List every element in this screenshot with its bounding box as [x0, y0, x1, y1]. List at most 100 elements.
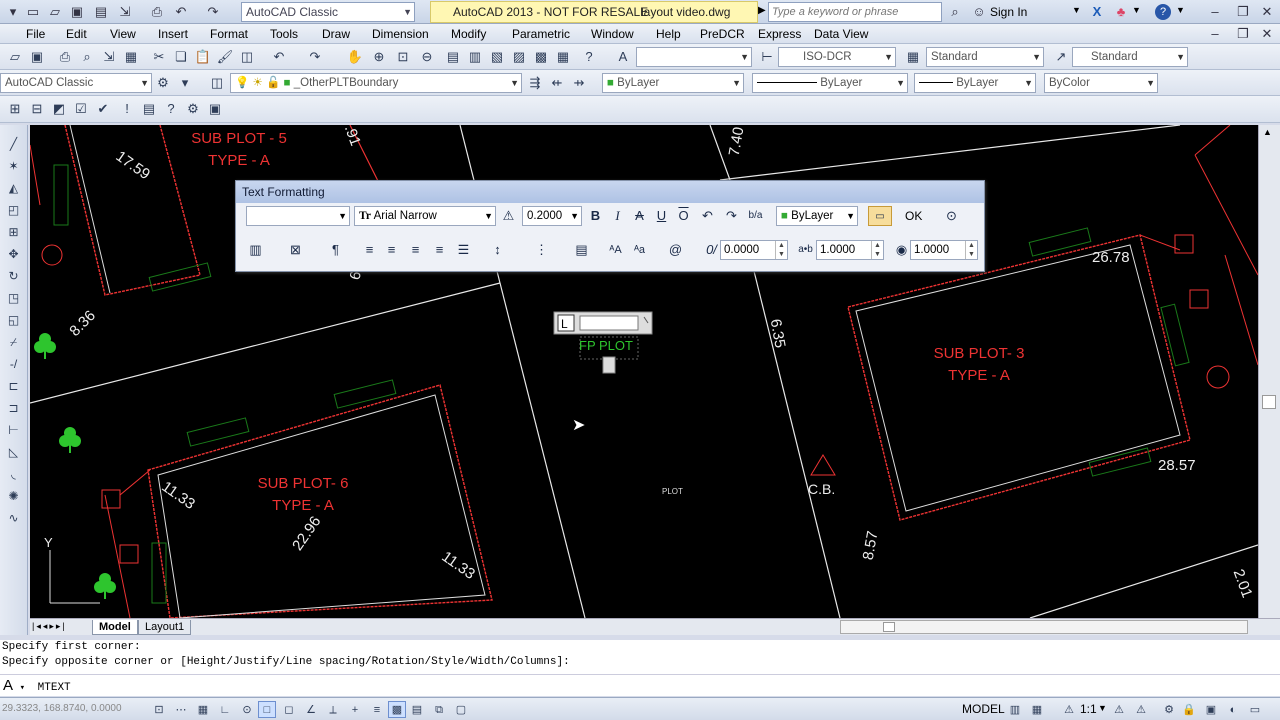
bold-icon[interactable]: B: [586, 206, 605, 226]
spinner-arrows-icon[interactable]: ▲ ▼: [775, 241, 787, 259]
annotation-scale-icon[interactable]: ⚠: [1060, 701, 1078, 718]
doc-minimize-icon[interactable]: –: [1206, 25, 1224, 43]
quick-properties-icon[interactable]: ▤: [408, 701, 426, 718]
linetype-combo[interactable]: ByLayer ▼: [752, 73, 908, 93]
app-store-icon[interactable]: ♣: [1112, 3, 1130, 21]
underline-icon[interactable]: U: [652, 206, 671, 226]
calculator-icon[interactable]: ▦: [554, 48, 572, 66]
ok-button[interactable]: OK: [900, 206, 927, 226]
match-properties-icon[interactable]: 🖌: [216, 48, 234, 66]
menu-help[interactable]: Help: [654, 24, 683, 44]
spinner-arrows-icon[interactable]: ▲ ▼: [965, 241, 977, 259]
block-icon[interactable]: ◩: [50, 100, 68, 118]
align-left-icon[interactable]: ≡: [360, 240, 379, 260]
array-icon[interactable]: ⊞: [4, 223, 23, 241]
workspace-combo[interactable]: AutoCAD Classic ▼: [241, 2, 415, 22]
settings-icon[interactable]: ⚙: [184, 100, 202, 118]
horizontal-scrollbar[interactable]: [840, 620, 1248, 634]
join-icon[interactable]: ⊐: [4, 399, 23, 417]
paste-icon[interactable]: 📋: [194, 48, 212, 66]
align-center-icon[interactable]: ≡: [382, 240, 401, 260]
layer-properties-icon[interactable]: ◫: [208, 74, 226, 92]
overline-icon[interactable]: O: [674, 206, 693, 226]
make-current-icon[interactable]: ⇶: [526, 74, 544, 92]
spinner-arrows-icon[interactable]: ▲ ▼: [871, 241, 883, 259]
ortho-mode-icon[interactable]: ∟: [216, 701, 234, 718]
text-formatting-title[interactable]: Text Formatting: [236, 181, 984, 203]
annotative-icon[interactable]: ⚠: [499, 206, 518, 226]
style-combo[interactable]: ▼: [246, 206, 350, 226]
report-icon[interactable]: ▤: [140, 100, 158, 118]
open-icon[interactable]: ▱: [6, 48, 24, 66]
doc-restore-icon[interactable]: ❐: [1234, 25, 1252, 43]
command-line[interactable]: A ▾ MTEXT: [0, 674, 1280, 696]
edit-icon[interactable]: ☑: [72, 100, 90, 118]
expand-arrow-icon[interactable]: ▶: [758, 5, 766, 16]
layout-icon[interactable]: ▣: [206, 100, 224, 118]
construction-line-icon[interactable]: ✶: [4, 157, 23, 175]
dynamic-input-icon[interactable]: +: [346, 701, 364, 718]
coordinates-readout[interactable]: 29.3323, 168.8740, 0.0000: [2, 703, 122, 714]
width-factor-input[interactable]: 1.0000 ▲ ▼: [910, 240, 978, 260]
chevron-down-icon[interactable]: ▾: [20, 683, 25, 693]
font-combo[interactable]: Tr Arial Narrow ▼: [354, 206, 496, 226]
save-icon[interactable]: ▣: [28, 48, 46, 66]
hscroll-thumb[interactable]: [883, 622, 895, 632]
sign-in-button[interactable]: Sign In: [990, 5, 1027, 19]
quick-view-drawings-icon[interactable]: ▦: [1028, 701, 1046, 718]
justification-icon[interactable]: ⊠: [286, 240, 305, 260]
close-icon[interactable]: ✕: [1258, 3, 1276, 21]
rotate-icon[interactable]: ↻: [4, 267, 23, 285]
restore-icon[interactable]: ❐: [1234, 3, 1252, 21]
ruler-icon[interactable]: ▭: [868, 206, 892, 226]
scale-icon[interactable]: ◳: [4, 289, 23, 307]
polar-tracking-icon[interactable]: ⊙: [238, 701, 256, 718]
layer-combo[interactable]: 💡 ☀ 🔓 ■ _OtherPLTBoundary ▼: [230, 73, 522, 93]
annotation-scale-value[interactable]: 1:1: [1080, 702, 1097, 716]
search-input[interactable]: Type a keyword or phrase: [768, 2, 942, 22]
zoom-window-icon[interactable]: ⊡: [394, 48, 412, 66]
italic-icon[interactable]: I: [608, 206, 627, 226]
annotation-monitor-icon[interactable]: ▢: [452, 701, 470, 718]
scroll-up-icon[interactable]: ▲: [1263, 127, 1272, 137]
text-style-icon[interactable]: A: [614, 48, 632, 66]
annotation-visibility-icon[interactable]: ⚠: [1110, 701, 1128, 718]
paragraph-icon[interactable]: ¶: [326, 240, 345, 260]
menu-edit[interactable]: Edit: [64, 24, 89, 44]
help-icon[interactable]: ?: [580, 48, 598, 66]
plot-icon[interactable]: ⎙: [148, 3, 166, 21]
menu-tools[interactable]: Tools: [268, 24, 300, 44]
distribute-icon[interactable]: ☰: [454, 240, 473, 260]
exchange-icon[interactable]: X: [1088, 3, 1106, 21]
lowercase-icon[interactable]: ᴬa: [630, 240, 649, 260]
menu-window[interactable]: Window: [589, 24, 636, 44]
design-center-icon[interactable]: ▥: [466, 48, 484, 66]
3d-osnap-icon[interactable]: ◻: [280, 701, 298, 718]
undo-icon[interactable]: ↶: [172, 3, 190, 21]
redo-icon[interactable]: ↷: [306, 48, 324, 66]
undo-icon[interactable]: ↶: [698, 206, 717, 226]
sign-in-dropdown-icon[interactable]: ▼: [1072, 5, 1081, 15]
trim-icon[interactable]: ⌿: [4, 333, 23, 351]
plot-preview-icon[interactable]: ⌕: [78, 48, 96, 66]
doc-close-icon[interactable]: ✕: [1258, 25, 1276, 43]
line-spacing-icon[interactable]: ↕: [488, 240, 507, 260]
help-dropdown-icon[interactable]: ▼: [1176, 5, 1185, 15]
infer-constraints-icon[interactable]: ⊡: [150, 701, 168, 718]
snap-mode-icon[interactable]: ⋯: [172, 701, 190, 718]
3d-print-icon[interactable]: ▦: [122, 48, 140, 66]
offset-icon[interactable]: ◰: [4, 201, 23, 219]
workspace-customize-icon[interactable]: ▾: [176, 74, 194, 92]
isolate-objects-icon[interactable]: ◐: [1224, 701, 1242, 718]
mtext-content[interactable]: FP PLOT: [579, 338, 633, 353]
uppercase-icon[interactable]: ᴬA: [606, 240, 625, 260]
save-icon[interactable]: ▣: [68, 3, 86, 21]
text-height-combo[interactable]: 0.2000 ▼: [522, 206, 582, 226]
menu-file[interactable]: File: [24, 24, 47, 44]
table-style-icon[interactable]: ▦: [904, 48, 922, 66]
tab-layout1[interactable]: Layout1: [138, 620, 192, 635]
zoom-realtime-icon[interactable]: ⊕: [370, 48, 388, 66]
redo-icon[interactable]: ↷: [204, 3, 222, 21]
workspace-combo-2[interactable]: AutoCAD Classic ▼: [0, 73, 152, 93]
tab-navigation-icon[interactable]: |◂◂▸▸|: [32, 621, 67, 632]
